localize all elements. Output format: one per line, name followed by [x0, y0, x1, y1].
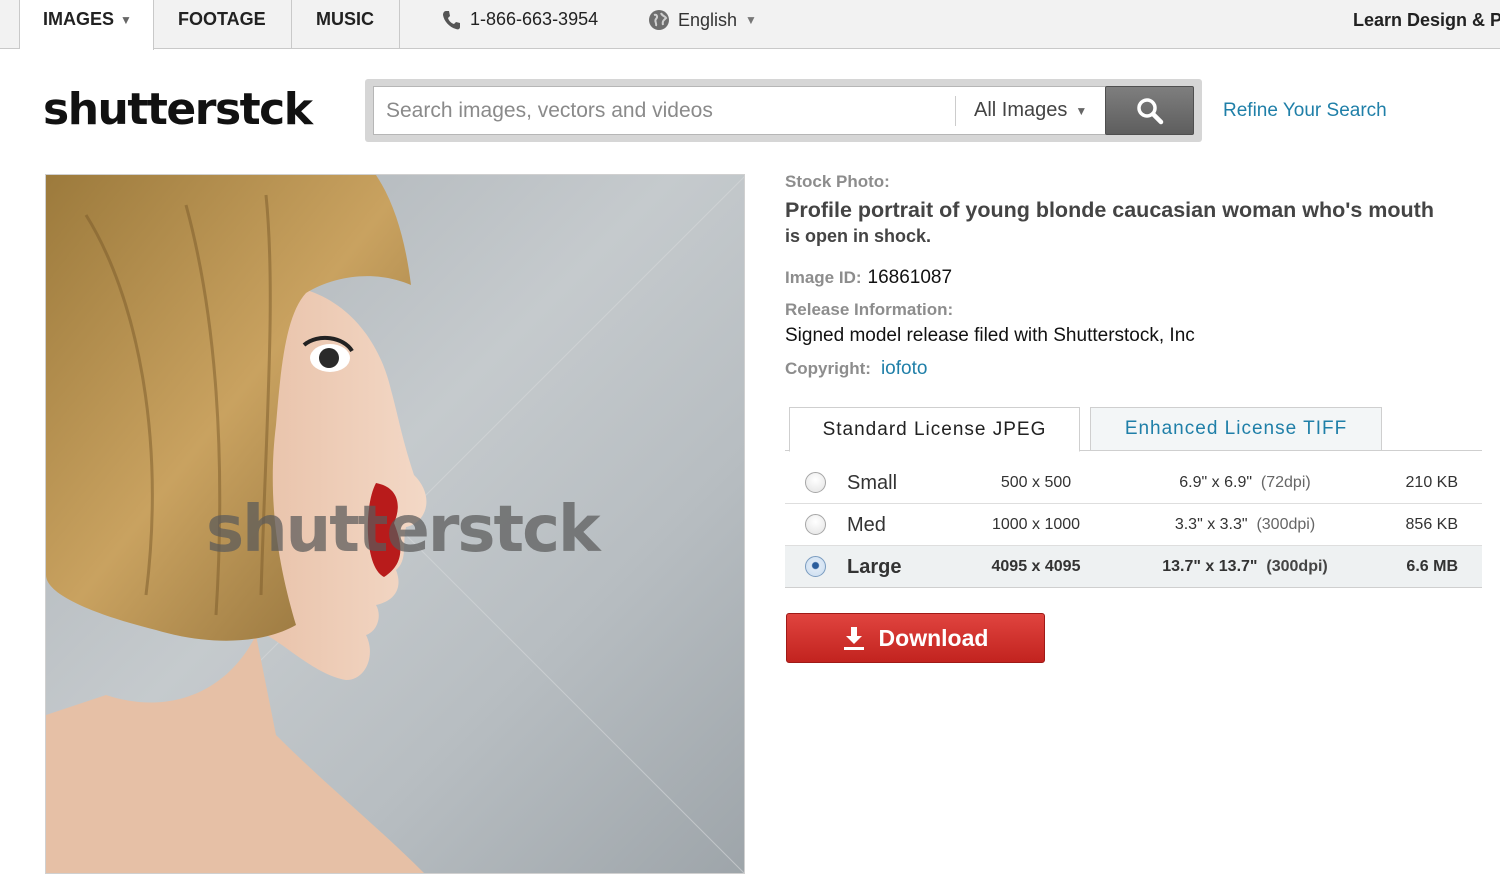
release-info-value: Signed model release filed with Shutters…	[785, 325, 1195, 346]
size-radio-small[interactable]	[805, 472, 826, 493]
image-id-value: 16861087	[867, 267, 953, 288]
size-options-table: Small 500 x 500 6.9" x 6.9" (72dpi) 210 …	[785, 462, 1482, 588]
phone-contact[interactable]: 1-866-663-3954	[442, 9, 598, 30]
size-dpi: (72dpi)	[1260, 474, 1311, 491]
download-label: Download	[878, 624, 989, 651]
image-title-line2: is open in shock.	[785, 226, 932, 246]
image-title: Profile portrait of young blonde caucasi…	[785, 197, 1475, 249]
nav-tab-label: FOOTAGE	[178, 9, 266, 29]
copyright-link[interactable]: iofoto	[881, 358, 927, 380]
size-inches-value: 3.3" x 3.3"	[1174, 516, 1248, 533]
copyright: Copyright: iofoto	[785, 358, 927, 380]
size-radio-med[interactable]	[805, 514, 826, 535]
search-box: All Images ▼	[373, 86, 1106, 135]
search-icon	[1136, 97, 1163, 124]
download-button[interactable]: Download	[786, 613, 1045, 663]
size-filesize: 856 KB	[1405, 516, 1458, 533]
search-type-label: All Images	[974, 99, 1068, 121]
refine-search-link[interactable]: Refine Your Search	[1223, 100, 1387, 122]
size-dpi: (300dpi)	[1256, 516, 1316, 533]
stock-photo: shutterstck	[45, 174, 745, 874]
nav-tab-music[interactable]: MUSIC	[292, 0, 400, 49]
size-dpi: (300dpi)	[1266, 558, 1328, 575]
phone-number: 1-866-663-3954	[470, 9, 599, 29]
size-name: Large	[847, 556, 902, 578]
image-id-label: Image ID:	[785, 268, 862, 287]
search-input[interactable]	[374, 87, 954, 134]
size-filesize: 210 KB	[1405, 474, 1458, 491]
copyright-label: Copyright:	[785, 359, 871, 378]
size-row-med[interactable]: Med 1000 x 1000 3.3" x 3.3" (300dpi) 856…	[785, 504, 1482, 546]
search-button[interactable]	[1105, 86, 1194, 135]
size-radio-large[interactable]	[805, 556, 826, 577]
search-bar: All Images ▼	[365, 79, 1202, 142]
stock-photo-label: Stock Photo:	[785, 172, 890, 191]
size-inches: 6.9" x 6.9" (72dpi)	[1145, 474, 1345, 492]
search-divider	[955, 96, 956, 126]
nav-tab-label: MUSIC	[316, 9, 374, 29]
nav-tab-footage[interactable]: FOOTAGE	[154, 0, 292, 49]
size-filesize: 6.6 MB	[1406, 558, 1458, 575]
size-name: Med	[847, 514, 886, 536]
size-row-small[interactable]: Small 500 x 500 6.9" x 6.9" (72dpi) 210 …	[785, 462, 1482, 504]
learn-design-link[interactable]: Learn Design & P	[1353, 10, 1500, 31]
size-inches: 3.3" x 3.3" (300dpi)	[1145, 516, 1345, 534]
chevron-down-icon: ▼	[120, 13, 132, 27]
globe-icon	[649, 10, 669, 30]
chevron-down-icon: ▼	[1075, 103, 1088, 118]
size-inches-value: 6.9" x 6.9"	[1179, 474, 1253, 491]
release-info-label: Release Information:	[785, 300, 954, 319]
watermark-logo: shutterstck	[206, 493, 601, 567]
image-title-line1: Profile portrait of young blonde caucasi…	[785, 198, 1434, 222]
chevron-down-icon: ▼	[745, 13, 757, 27]
size-pixels: 500 x 500	[1000, 474, 1072, 491]
top-nav: IMAGES ▼ FOOTAGE MUSIC 1-866-663-3954 En…	[0, 0, 1500, 50]
nav-spacer	[0, 0, 20, 48]
size-inches: 13.7" x 13.7" (300dpi)	[1145, 558, 1345, 576]
size-name: Small	[847, 472, 898, 494]
size-row-large[interactable]: Large 4095 x 4095 13.7" x 13.7" (300dpi)…	[785, 546, 1482, 588]
size-pixels: 1000 x 1000	[991, 516, 1081, 533]
nav-tab-images[interactable]: IMAGES ▼	[20, 0, 154, 50]
nav-tab-label: IMAGES	[43, 9, 115, 29]
download-icon	[843, 627, 864, 650]
language-label: English	[678, 9, 738, 30]
size-pixels: 4095 x 4095	[991, 558, 1081, 575]
tab-enhanced-license[interactable]: Enhanced License TIFF	[1090, 407, 1382, 451]
shutterstock-logo[interactable]: shutterstck	[43, 84, 313, 135]
size-inches-value: 13.7" x 13.7"	[1162, 558, 1258, 575]
search-type-dropdown[interactable]: All Images ▼	[974, 99, 1087, 122]
tab-standard-license[interactable]: Standard License JPEG	[789, 407, 1080, 452]
language-selector[interactable]: English ▼	[648, 9, 757, 31]
image-id: Image ID: 16861087	[785, 267, 952, 289]
phone-icon	[443, 10, 460, 29]
